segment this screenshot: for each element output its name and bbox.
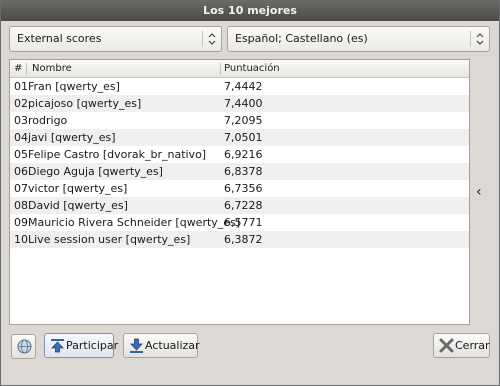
name-cell: Diego Aguja [qwerty_es] (28, 165, 163, 178)
rank-cell: 04 (14, 131, 28, 144)
rank-cell: 09 (14, 216, 28, 229)
close-button[interactable]: Cerrar (433, 333, 490, 358)
scores-table[interactable]: # Nombre Puntuación 01 Fran [qwerty_es] … (9, 59, 470, 325)
rank-cell: 02 (14, 97, 28, 110)
upload-arrow-icon (51, 339, 64, 353)
rank-cell: 06 (14, 165, 28, 178)
updown-arrows-icon (208, 33, 216, 45)
expand-chevron-icon[interactable]: ‹ (476, 184, 482, 200)
rank-cell: 08 (14, 199, 28, 212)
column-header-rank[interactable]: # (14, 60, 22, 78)
name-cell: Felipe Castro [dvorak_br_nativo] (28, 148, 207, 161)
table-row[interactable]: 04 javi [qwerty_es] 7,0501 (10, 129, 469, 146)
download-arrow-icon (130, 338, 143, 353)
close-label: Cerrar (455, 339, 490, 352)
update-label: Actualizar (145, 339, 200, 352)
name-cell: rodrigo (28, 114, 68, 127)
score-cell: 6,9216 (224, 148, 263, 161)
column-header-name[interactable]: Nombre (32, 60, 72, 78)
name-cell: picajoso [qwerty_es] (28, 97, 142, 110)
name-cell: victor [qwerty_es] (28, 182, 128, 195)
score-cell: 6,7228 (224, 199, 263, 212)
score-cell: 7,2095 (224, 114, 263, 127)
name-cell: David [qwerty_es] (28, 199, 128, 212)
globe-button[interactable] (11, 334, 36, 359)
table-row[interactable]: 08 David [qwerty_es] 6,7228 (10, 197, 469, 214)
source-select-value: External scores (17, 32, 102, 45)
update-button[interactable]: Actualizar (123, 333, 200, 358)
table-row[interactable]: 09 Mauricio Rivera Schneider [qwerty_es]… (10, 214, 469, 231)
combo-divider (470, 31, 471, 47)
globe-icon (17, 339, 32, 354)
table-row[interactable]: 05 Felipe Castro [dvorak_br_nativo] 6,92… (10, 146, 469, 163)
participate-button[interactable]: Participar (44, 333, 118, 358)
table-row[interactable]: 01 Fran [qwerty_es] 7,4442 (10, 78, 469, 95)
score-cell: 6,3872 (224, 233, 263, 246)
table-row[interactable]: 10 Live session user [qwerty_es] 6,3872 (10, 231, 469, 248)
score-cell: 7,4442 (224, 80, 263, 93)
table-row[interactable]: 03 rodrigo 7,2095 (10, 112, 469, 129)
rank-cell: 10 (14, 233, 28, 246)
table-row[interactable]: 07 victor [qwerty_es] 6,7356 (10, 180, 469, 197)
combo-divider (202, 31, 203, 47)
close-x-icon (439, 338, 454, 353)
column-divider (220, 63, 221, 75)
score-cell: 6,8378 (224, 165, 263, 178)
name-cell: Fran [qwerty_es] (28, 80, 120, 93)
rank-cell: 01 (14, 80, 28, 93)
score-cell: 7,4400 (224, 97, 263, 110)
updown-arrows-icon (476, 33, 484, 45)
score-cell: 7,0501 (224, 131, 263, 144)
rank-cell: 03 (14, 114, 28, 127)
table-rows: 01 Fran [qwerty_es] 7,4442 02 picajoso [… (10, 78, 469, 248)
name-cell: javi [qwerty_es] (28, 131, 116, 144)
rank-cell: 07 (14, 182, 28, 195)
score-cell: 6,7356 (224, 182, 263, 195)
score-cell: 6,5771 (224, 216, 263, 229)
table-header: # Nombre Puntuación (10, 60, 469, 78)
source-select[interactable]: External scores (9, 26, 222, 52)
column-header-score[interactable]: Puntuación (224, 60, 280, 78)
participate-label: Participar (66, 339, 119, 352)
window-title: Los 10 mejores (1, 1, 499, 21)
name-cell: Live session user [qwerty_es] (28, 233, 191, 246)
rank-cell: 05 (14, 148, 28, 161)
table-row[interactable]: 06 Diego Aguja [qwerty_es] 6,8378 (10, 163, 469, 180)
scores-window: Los 10 mejores External scores Español; … (0, 0, 500, 386)
language-select-value: Español; Castellano (es) (235, 32, 368, 45)
table-row[interactable]: 02 picajoso [qwerty_es] 7,4400 (10, 95, 469, 112)
language-select[interactable]: Español; Castellano (es) (227, 26, 490, 52)
name-cell: Mauricio Rivera Schneider [qwerty_es] (28, 216, 241, 229)
column-divider (26, 63, 27, 75)
